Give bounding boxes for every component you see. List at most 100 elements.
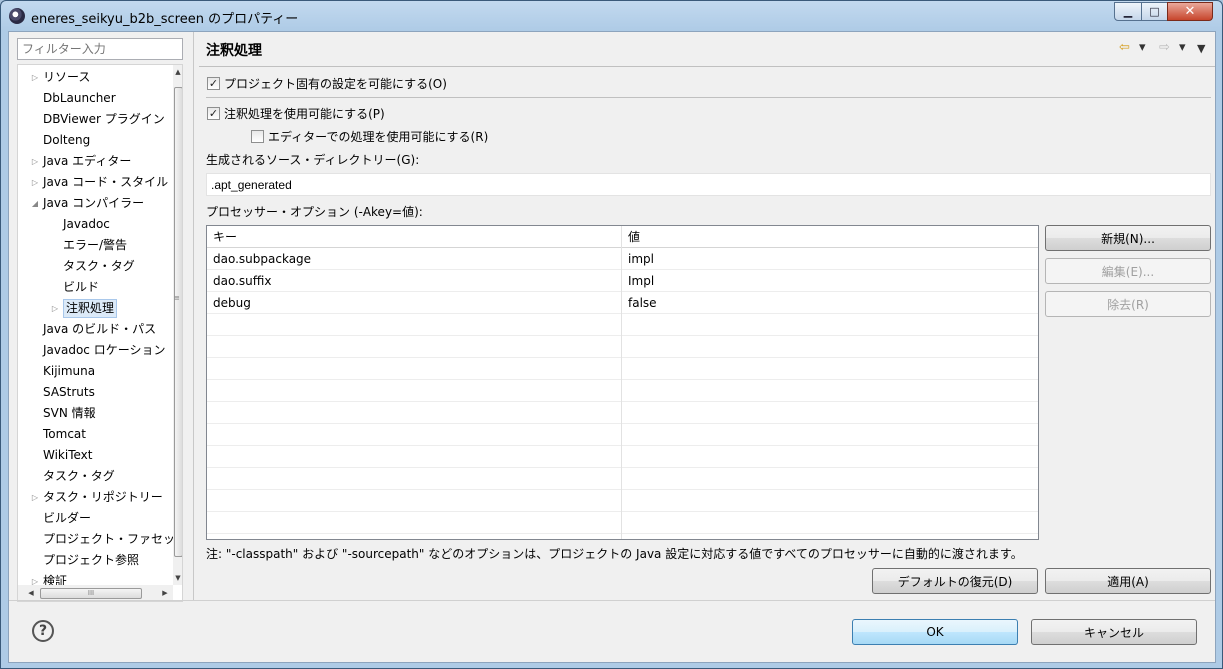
column-header-key[interactable]: キー (207, 226, 621, 248)
table-row[interactable] (207, 490, 1038, 512)
restore-defaults-button[interactable]: デフォルトの復元(D) (872, 568, 1038, 594)
tree-item[interactable]: Tomcat (18, 424, 173, 445)
tree-item-label: プロジェクト・ファセット (43, 532, 173, 546)
tree-expand-arrow-icon[interactable]: ▷ (50, 298, 60, 319)
checkbox-box[interactable]: ✓ (207, 107, 220, 120)
tree-item[interactable]: ▷ タスク・リポジトリー (18, 487, 173, 508)
tree-item[interactable]: タスク・タグ (18, 256, 173, 277)
tree-item[interactable]: Kijimuna (18, 361, 173, 382)
cell-key (207, 358, 621, 380)
tree-item-label: Javadoc (63, 217, 110, 231)
table-row[interactable]: debug false (207, 292, 1038, 314)
maximize-button[interactable]: □ (1141, 2, 1168, 21)
scroll-up-icon[interactable]: ▲ (173, 65, 182, 79)
tree-list: ▷ リソース DbLauncher DBViewer プラグイン Dolteng ▷ Jav… (18, 67, 173, 592)
tree-item[interactable]: ▷ リソース (18, 67, 173, 88)
scroll-right-icon[interactable]: ▶ (158, 585, 172, 601)
tree-item-label: エラー/警告 (63, 238, 128, 252)
tree-expand-arrow-icon[interactable]: ◢ (30, 193, 40, 214)
table-row[interactable] (207, 424, 1038, 446)
project-specific-checkbox[interactable]: ✓ プロジェクト固有の設定を可能にする(O) (207, 75, 447, 92)
tree-item[interactable]: SVN 情報 (18, 403, 173, 424)
back-menu-chevron-icon[interactable]: ▾ (1139, 40, 1146, 55)
tree-expand-arrow-icon[interactable]: ▷ (30, 487, 40, 508)
table-row[interactable] (207, 336, 1038, 358)
view-menu-icon[interactable]: ▼ (1197, 42, 1205, 55)
enable-annotation-checkbox[interactable]: ✓ 注釈処理を使用可能にする(P) (207, 105, 385, 122)
table-row[interactable] (207, 358, 1038, 380)
cell-value (622, 468, 1038, 490)
table-row[interactable] (207, 512, 1038, 534)
tree-item[interactable]: プロジェクト・ファセット (18, 529, 173, 550)
tree-item-label: Java コンパイラー (43, 196, 145, 210)
remove-button[interactable]: 除去(R) (1045, 291, 1211, 317)
help-icon[interactable]: ? (32, 620, 54, 642)
tree-item[interactable]: タスク・タグ (18, 466, 173, 487)
forward-arrow-icon[interactable]: ⇨ (1159, 40, 1170, 55)
tree-item[interactable]: ◢ Java コンパイラー (18, 193, 173, 214)
tree-item[interactable]: WikiText (18, 445, 173, 466)
apply-button[interactable]: 適用(A) (1045, 568, 1211, 594)
table-row[interactable] (207, 468, 1038, 490)
scroll-grip-icon: ≡ (174, 294, 180, 302)
scroll-left-icon[interactable]: ◀ (24, 585, 38, 601)
cancel-button[interactable]: キャンセル (1031, 619, 1197, 645)
tree-expand-arrow-icon[interactable]: ▷ (30, 172, 40, 193)
back-arrow-icon[interactable]: ⇦ (1119, 40, 1130, 55)
table-row[interactable]: dao.suffix Impl (207, 270, 1038, 292)
table-row[interactable] (207, 314, 1038, 336)
tree-vertical-scrollbar[interactable]: ▲ ≡ ▼ (173, 65, 182, 585)
source-dir-input[interactable] (206, 173, 1211, 196)
scroll-thumb[interactable] (174, 87, 182, 557)
tree-item[interactable]: ▷ Java エディター (18, 151, 173, 172)
tree-item[interactable]: Javadoc (18, 214, 173, 235)
new-button[interactable]: 新規(N)... (1045, 225, 1211, 251)
table-row[interactable] (207, 402, 1038, 424)
pane-divider[interactable] (193, 32, 194, 600)
hscroll-thumb[interactable]: III (40, 588, 142, 599)
options-note: 注: "-classpath" および "-sourcepath" などのオプシ… (206, 547, 1023, 561)
tree-expand-arrow-icon[interactable]: ▷ (30, 151, 40, 172)
properties-dialog: eneres_seikyu_b2b_screen のプロパティー ▁ □ ✕ ▷… (0, 0, 1223, 669)
table-row[interactable]: dao.subpackage impl (207, 248, 1038, 270)
cell-key (207, 512, 621, 534)
tree-item-label: Kijimuna (43, 364, 96, 378)
tree-item[interactable]: Java のビルド・パス (18, 319, 173, 340)
tree-horizontal-scrollbar[interactable]: ◀ III ▶ (18, 585, 173, 601)
tree-item-label: WikiText (43, 448, 93, 462)
tree-item[interactable]: ビルド (18, 277, 173, 298)
tree-item[interactable]: ビルダー (18, 508, 173, 529)
tree-expand-arrow-icon[interactable]: ▷ (30, 67, 40, 88)
table-row[interactable] (207, 446, 1038, 468)
scroll-down-icon[interactable]: ▼ (173, 571, 182, 585)
column-divider[interactable] (621, 226, 622, 539)
tree-item-label: タスク・タグ (63, 259, 135, 273)
forward-menu-chevron-icon[interactable]: ▾ (1179, 40, 1186, 55)
tree-item[interactable]: Dolteng (18, 130, 173, 151)
tree-item[interactable]: ▷ Java コード・スタイル (18, 172, 173, 193)
tree-item[interactable]: SAStruts (18, 382, 173, 403)
title-bar[interactable]: eneres_seikyu_b2b_screen のプロパティー ▁ □ ✕ (1, 1, 1222, 31)
table-row[interactable] (207, 380, 1038, 402)
edit-button[interactable]: 編集(E)... (1045, 258, 1211, 284)
tree-item[interactable]: エラー/警告 (18, 235, 173, 256)
column-header-value[interactable]: 値 (622, 226, 1038, 248)
tree-item[interactable]: DbLauncher (18, 88, 173, 109)
cell-value: impl (628, 252, 654, 266)
page-navigation: ⇦ ▾ ⇨ ▾ ▼ (1109, 40, 1209, 58)
close-button[interactable]: ✕ (1167, 2, 1213, 21)
checkbox-box[interactable]: ✓ (207, 77, 220, 90)
filter-input[interactable] (17, 38, 183, 60)
table-body: dao.subpackage impl dao.suffix Impl debug fal… (207, 248, 1038, 534)
ok-button[interactable]: OK (852, 619, 1018, 645)
tree-item[interactable]: Javadoc ロケーション (18, 340, 173, 361)
tree-item[interactable]: ▷ 注釈処理 (18, 298, 173, 319)
cell-value: Impl (628, 274, 655, 288)
enable-editor-checkbox[interactable]: エディターでの処理を使用可能にする(R) (251, 128, 488, 145)
tree-item[interactable]: DBViewer プラグイン (18, 109, 173, 130)
tree-item[interactable]: プロジェクト参照 (18, 550, 173, 571)
processor-options-table[interactable]: キー 値 dao.subpackage impl dao.suffix Impl deb… (206, 225, 1039, 540)
minimize-button[interactable]: ▁ (1114, 2, 1142, 21)
checkbox-box[interactable] (251, 130, 264, 143)
tree-item-label: ビルダー (43, 511, 92, 525)
